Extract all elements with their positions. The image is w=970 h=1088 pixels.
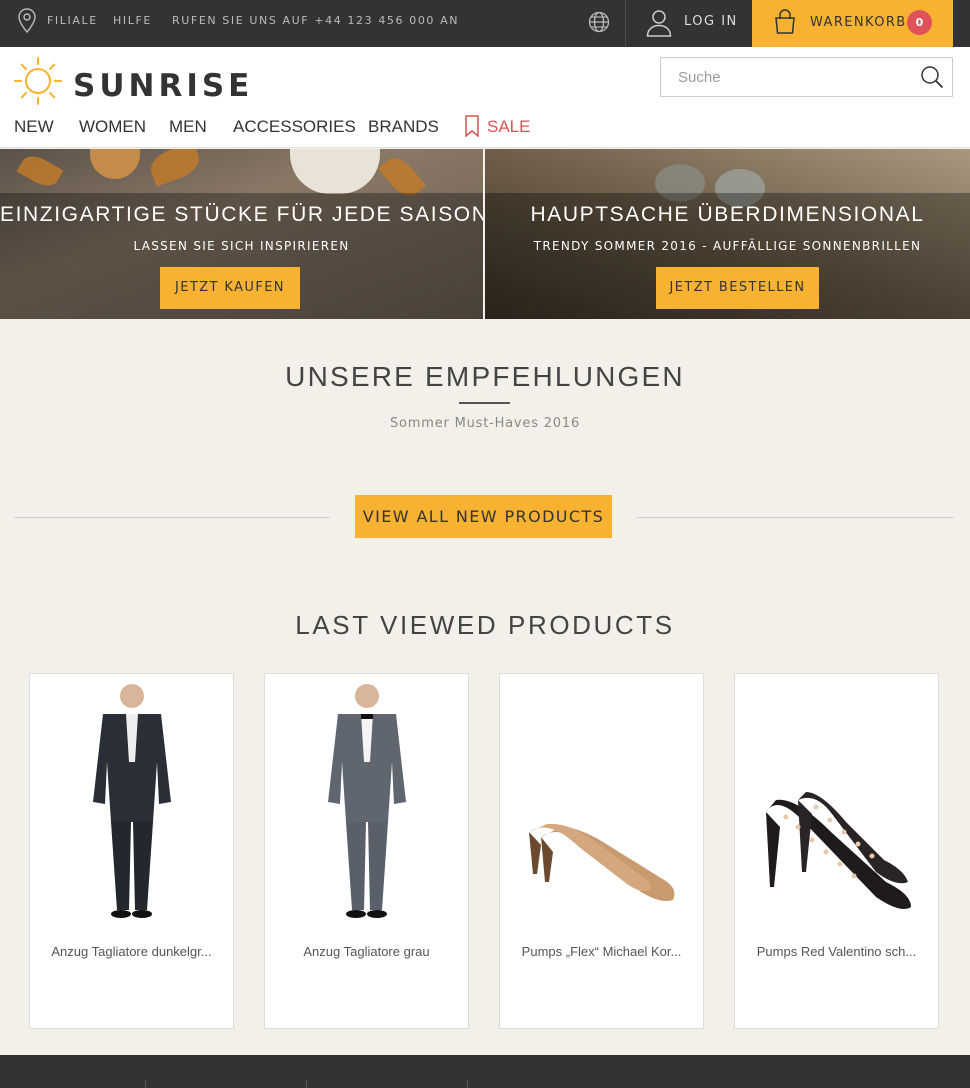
boot-image xyxy=(90,149,140,179)
divider xyxy=(14,517,330,518)
nav-item-women[interactable]: WOMEN xyxy=(79,117,146,137)
shop-now-button[interactable]: JETZT KAUFEN xyxy=(160,267,300,309)
hero-banner-right[interactable]: HAUPTSACHE ÜBERDIMENSIONAL TRENDY SOMMER… xyxy=(485,149,970,319)
product-name[interactable]: Pumps „Flex“ Michael Kor... xyxy=(500,944,703,959)
footer-divider xyxy=(306,1080,307,1088)
sneaker-image xyxy=(290,149,380,194)
hero-title: HAUPTSACHE ÜBERDIMENSIONAL xyxy=(530,203,925,226)
sun-icon xyxy=(14,57,62,105)
globe-icon[interactable] xyxy=(588,11,610,33)
cart-label: WARENKORB xyxy=(810,15,907,30)
product-card[interactable]: Anzug Tagliatore dunkelgr... xyxy=(29,673,234,1029)
bookmark-icon xyxy=(465,115,479,137)
footer xyxy=(0,1055,970,1088)
leaf-decoration xyxy=(146,149,204,187)
search-input[interactable] xyxy=(662,59,912,95)
login-button[interactable]: LOG IN xyxy=(626,0,752,47)
leaf-decoration xyxy=(16,150,64,192)
store-link[interactable]: FILIALE xyxy=(47,14,98,27)
section-title: LAST VIEWED PRODUCTS xyxy=(295,610,675,640)
nav-item-men[interactable]: MEN xyxy=(169,117,207,137)
location-pin-icon[interactable] xyxy=(17,8,37,34)
footer-divider xyxy=(467,1080,468,1088)
hero-subtitle: LASSEN SIE SICH INSPIRIEREN xyxy=(133,239,350,253)
hero-banner-left[interactable]: EINZIGARTIGE STÜCKE FÜR JEDE SAISON LASS… xyxy=(0,149,483,319)
divider xyxy=(637,517,954,518)
product-name[interactable]: Pumps Red Valentino sch... xyxy=(735,944,938,959)
nav-item-sale[interactable]: SALE xyxy=(487,117,530,137)
title-underline xyxy=(459,402,510,404)
login-label: LOG IN xyxy=(684,14,738,29)
product-name[interactable]: Anzug Tagliatore grau xyxy=(265,944,468,959)
hero-title: EINZIGARTIGE STÜCKE FÜR JEDE SAISON xyxy=(0,203,483,226)
nav-item-accessories[interactable]: ACCESSORIES xyxy=(233,117,356,137)
hero-subtitle: TRENDY SOMMER 2016 - AUFFÄLLIGE SONNENBR… xyxy=(533,239,922,253)
phone-text: RUFEN SIE UNS AUF +44 123 456 000 AN xyxy=(172,14,460,27)
product-card[interactable]: Anzug Tagliatore grau xyxy=(264,673,469,1029)
product-name[interactable]: Anzug Tagliatore dunkelgr... xyxy=(30,944,233,959)
brand-name: SUNRISE xyxy=(73,68,254,104)
footer-divider xyxy=(145,1080,146,1088)
search-box xyxy=(660,57,953,97)
product-image xyxy=(328,684,406,918)
user-icon xyxy=(646,10,672,37)
help-link[interactable]: HILFE xyxy=(113,14,152,27)
cart-count-badge: 0 xyxy=(907,10,932,35)
shopping-bag-icon xyxy=(775,9,795,34)
product-card[interactable]: Pumps Red Valentino sch... xyxy=(734,673,939,1029)
section-title: UNSERE EMPFEHLUNGEN xyxy=(285,361,685,392)
view-all-products-button[interactable]: VIEW ALL NEW PRODUCTS xyxy=(355,495,612,538)
order-now-button[interactable]: JETZT BESTELLEN xyxy=(656,267,819,309)
top-bar: FILIALE HILFE RUFEN SIE UNS AUF +44 123 … xyxy=(0,0,970,47)
section-subtitle: Sommer Must-Haves 2016 xyxy=(389,416,581,431)
product-card[interactable]: Pumps „Flex“ Michael Kor... xyxy=(499,673,704,1029)
search-icon[interactable] xyxy=(920,65,944,89)
logo[interactable]: SUNRISE xyxy=(13,56,253,110)
product-image xyxy=(529,823,675,901)
nav-item-new[interactable]: NEW xyxy=(14,117,54,137)
nav-item-brands[interactable]: BRANDS xyxy=(368,117,439,137)
header: SUNRISE NEW WOMEN MEN ACCESSORIES BRANDS… xyxy=(0,47,970,148)
cart-button[interactable]: WARENKORB 0 xyxy=(752,0,953,47)
product-image xyxy=(93,684,171,918)
product-image xyxy=(766,792,911,910)
